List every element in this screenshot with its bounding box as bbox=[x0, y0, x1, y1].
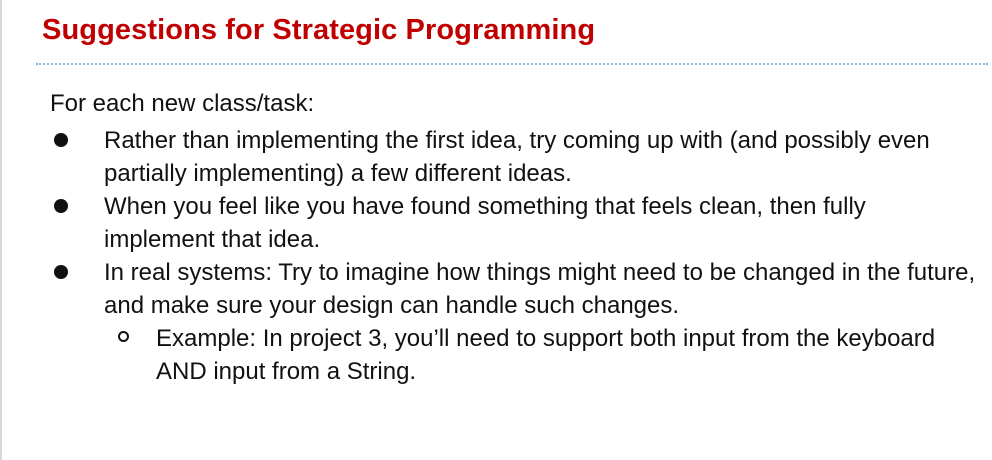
bullet-item-real-systems: In real systems: Try to imagine how thin… bbox=[0, 256, 992, 388]
bullet-text: In real systems: Try to imagine how thin… bbox=[104, 259, 976, 319]
intro-text: For each new class/task: bbox=[50, 90, 315, 117]
filled-circle-bullet-icon bbox=[54, 199, 68, 213]
bullet-item-implement-clean-idea: When you feel like you have found someth… bbox=[0, 190, 992, 256]
bullet-text: Rather than implementing the first idea,… bbox=[104, 127, 930, 187]
bullet-text: When you feel like you have found someth… bbox=[104, 193, 866, 253]
filled-circle-bullet-icon bbox=[54, 133, 68, 147]
title-divider bbox=[36, 63, 988, 65]
bullet-list: Rather than implementing the first idea,… bbox=[0, 124, 992, 388]
sub-bullet-item-example: Example: In project 3, you’ll need to su… bbox=[118, 322, 978, 388]
filled-circle-bullet-icon bbox=[54, 265, 68, 279]
slide-title: Suggestions for Strategic Programming bbox=[42, 14, 596, 46]
sub-bullet-text: Example: In project 3, you’ll need to su… bbox=[156, 325, 936, 385]
hollow-circle-bullet-icon bbox=[118, 331, 129, 342]
bullet-item-first-idea: Rather than implementing the first idea,… bbox=[0, 124, 992, 190]
